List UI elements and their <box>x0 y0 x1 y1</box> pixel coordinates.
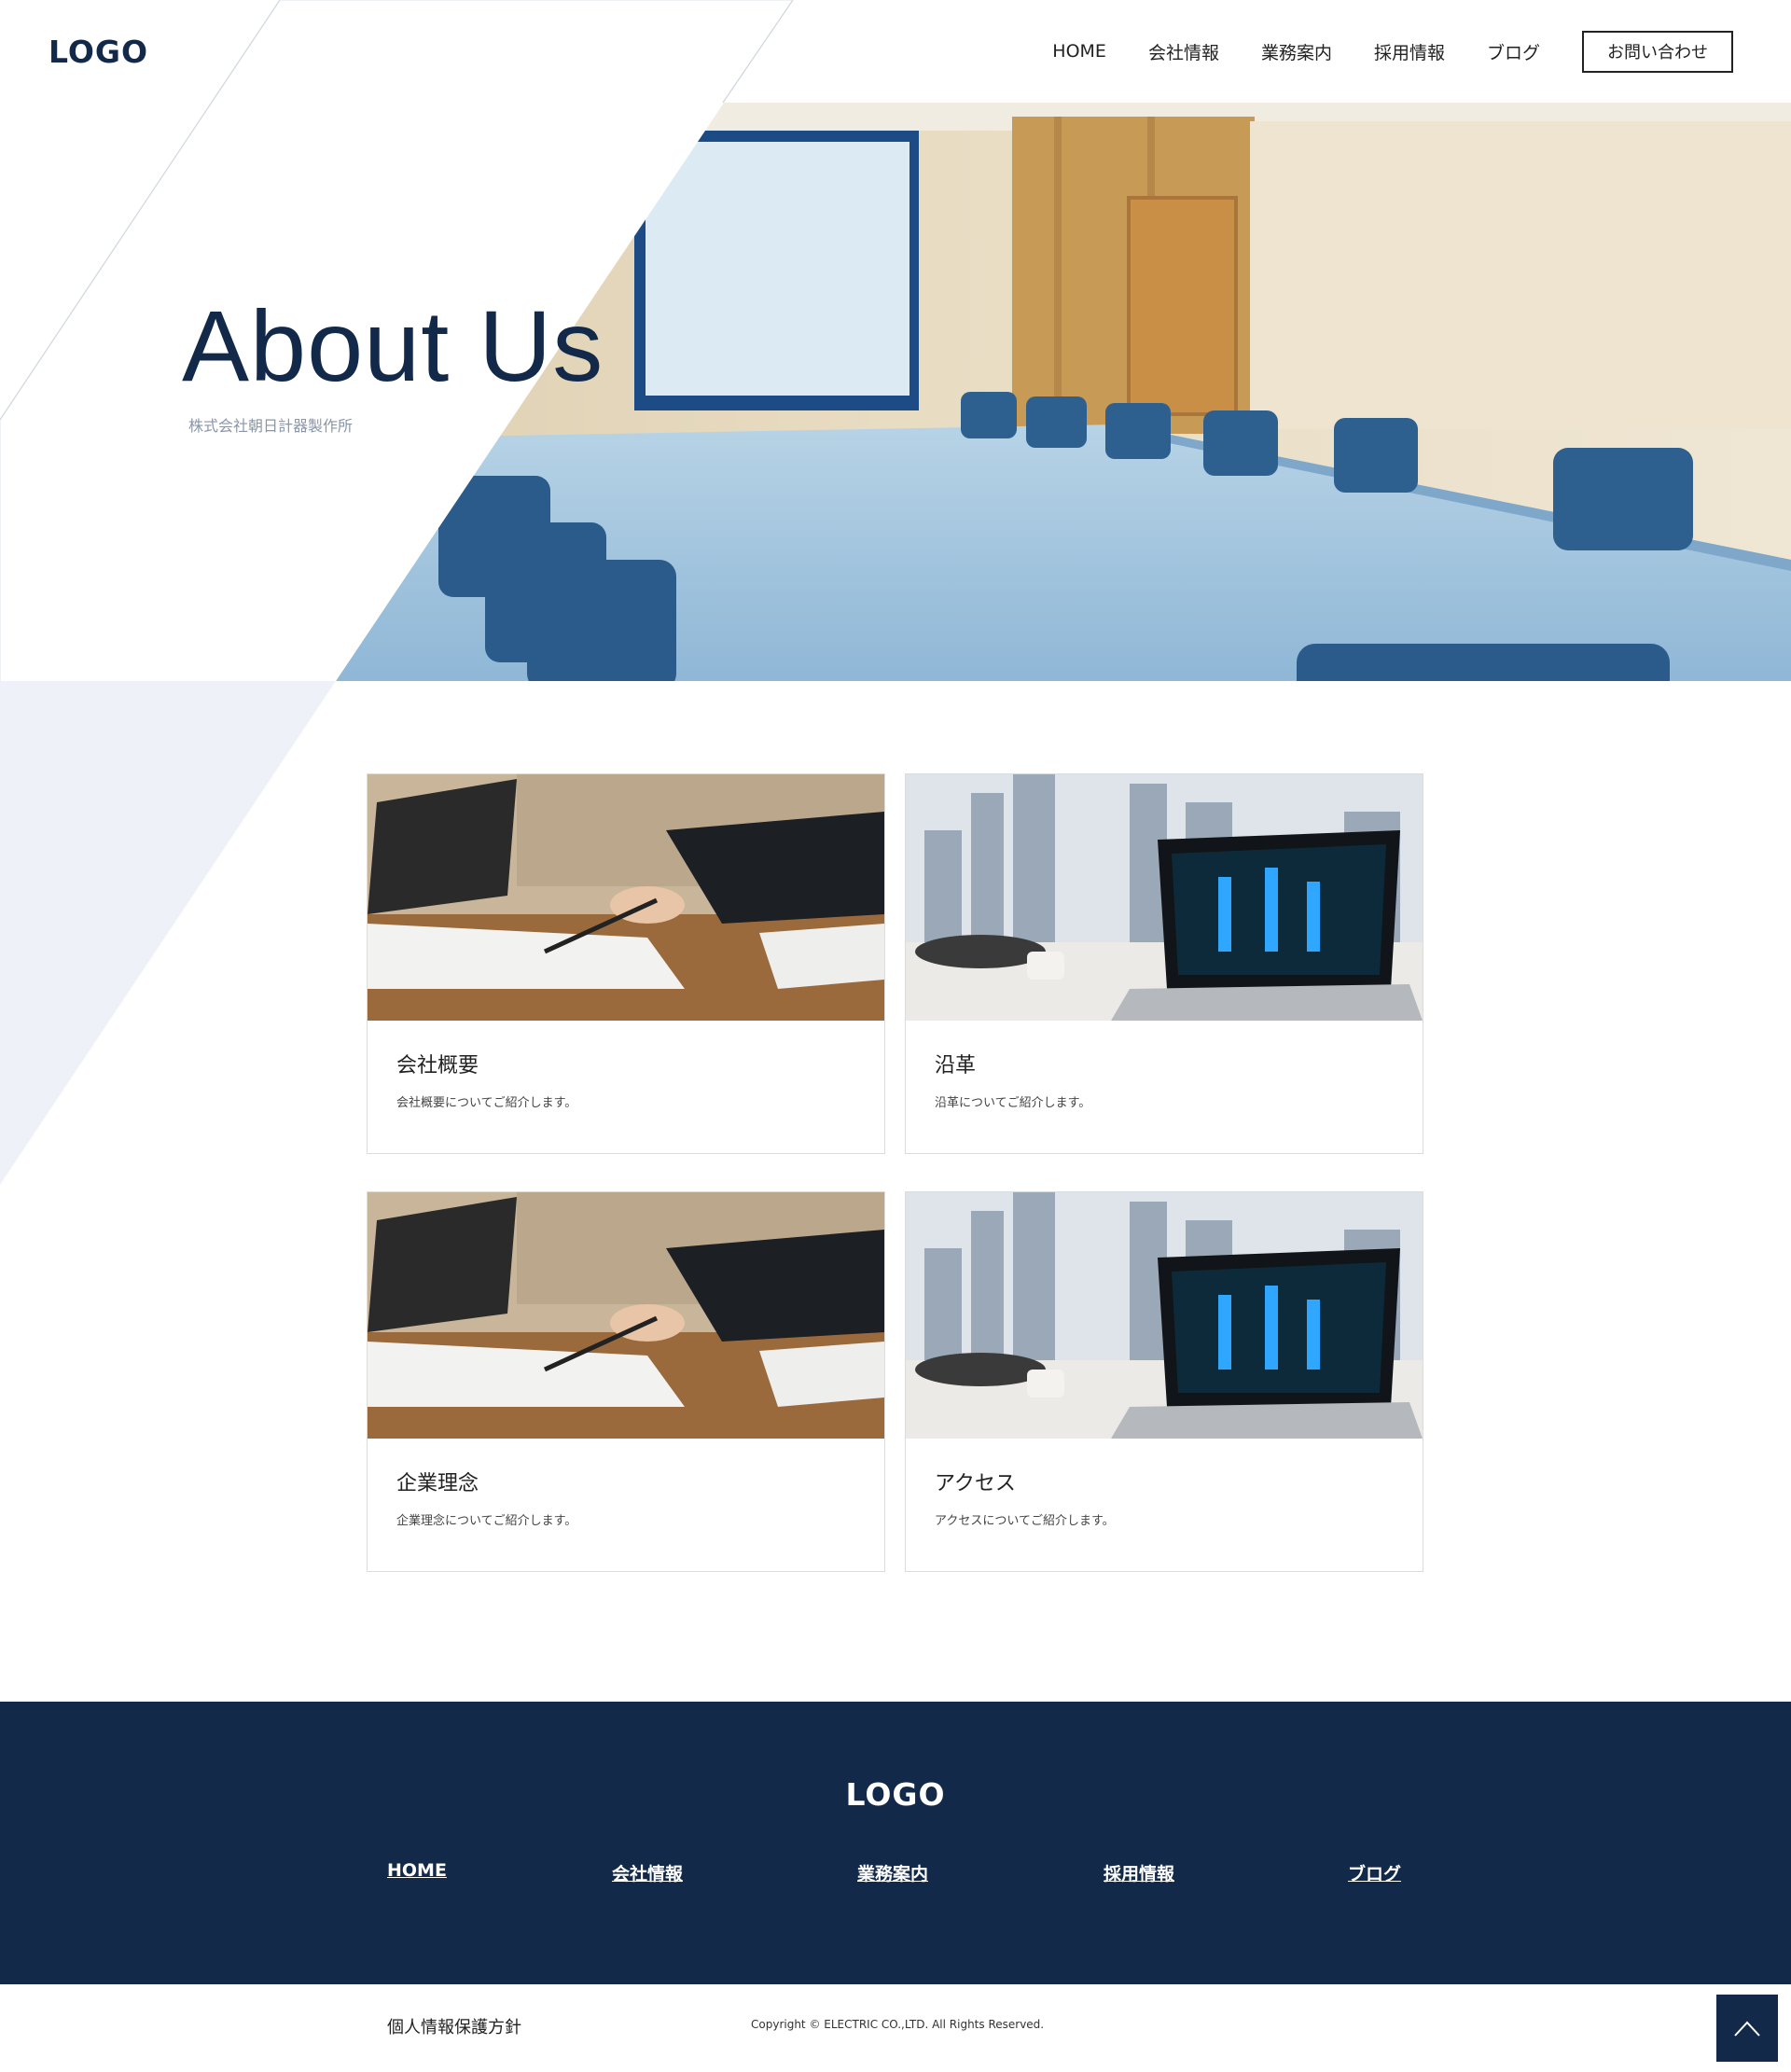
nav-business[interactable]: 業務案内 <box>1261 39 1332 64</box>
global-nav: HOME 会社情報 業務案内 採用情報 ブログ お問い合わせ <box>1052 0 1791 103</box>
page-title: About Us <box>182 289 604 402</box>
card-philosophy[interactable]: 企業理念 企業理念についてご紹介します。 <box>367 1191 885 1572</box>
card-history[interactable]: 沿革 沿革についてご紹介します。 <box>905 773 1423 1154</box>
card-description: アクセスについてご紹介します。 <box>935 1514 1115 1528</box>
copyright-text: Copyright © ELECTRIC CO.,LTD. All Rights… <box>751 2018 1045 2031</box>
back-to-top-button[interactable] <box>1716 1995 1778 2062</box>
footer-nav-business[interactable]: 業務案内 <box>857 1860 928 1885</box>
footer-bottom-bar: 個人情報保護方針 Copyright © ELECTRIC CO.,LTD. A… <box>0 1984 1791 2072</box>
footer-nav-company[interactable]: 会社情報 <box>612 1860 683 1885</box>
site-header: LOGO HOME 会社情報 業務案内 採用情報 ブログ お問い合わせ <box>0 0 1791 103</box>
card-description: 会社概要についてご紹介します。 <box>396 1096 577 1110</box>
card-description: 沿革についてご紹介します。 <box>935 1096 1091 1110</box>
nav-blog[interactable]: ブログ <box>1487 39 1540 64</box>
contact-button[interactable]: お問い合わせ <box>1582 30 1733 73</box>
nav-recruit[interactable]: 採用情報 <box>1374 39 1445 64</box>
site-footer: LOGO HOME 会社情報 業務案内 採用情報 ブログ <box>0 1702 1791 1984</box>
footer-logo[interactable]: LOGO <box>0 1776 1791 1813</box>
footer-nav-home[interactable]: HOME <box>387 1860 447 1881</box>
privacy-policy-link[interactable]: 個人情報保護方針 <box>387 2014 521 2038</box>
header-logo[interactable]: LOGO <box>49 34 148 70</box>
side-decoration <box>0 681 336 1185</box>
about-card-grid: 会社概要 会社概要についてご紹介します。 沿革 沿革についてご紹介します。 企業… <box>367 773 1425 1572</box>
business-meeting-image <box>368 774 884 1021</box>
card-title: アクセス <box>935 1472 1016 1495</box>
footer-nav-blog[interactable]: ブログ <box>1348 1860 1401 1885</box>
card-description: 企業理念についてご紹介します。 <box>396 1514 577 1528</box>
footer-nav-recruit[interactable]: 採用情報 <box>1104 1860 1174 1885</box>
nav-home[interactable]: HOME <box>1052 41 1106 62</box>
card-company-overview[interactable]: 会社概要 会社概要についてご紹介します。 <box>367 773 885 1154</box>
card-access[interactable]: アクセス アクセスについてご紹介します。 <box>905 1191 1423 1572</box>
laptop-city-image <box>906 1192 1423 1439</box>
company-name: 株式会社朝日計器製作所 <box>188 417 354 435</box>
nav-company[interactable]: 会社情報 <box>1148 39 1219 64</box>
laptop-city-image <box>906 774 1423 1021</box>
card-title: 沿革 <box>935 1054 977 1078</box>
business-meeting-image <box>368 1192 884 1439</box>
card-title: 企業理念 <box>396 1472 479 1495</box>
chevron-up-icon <box>1734 2021 1760 2037</box>
card-title: 会社概要 <box>396 1054 479 1078</box>
